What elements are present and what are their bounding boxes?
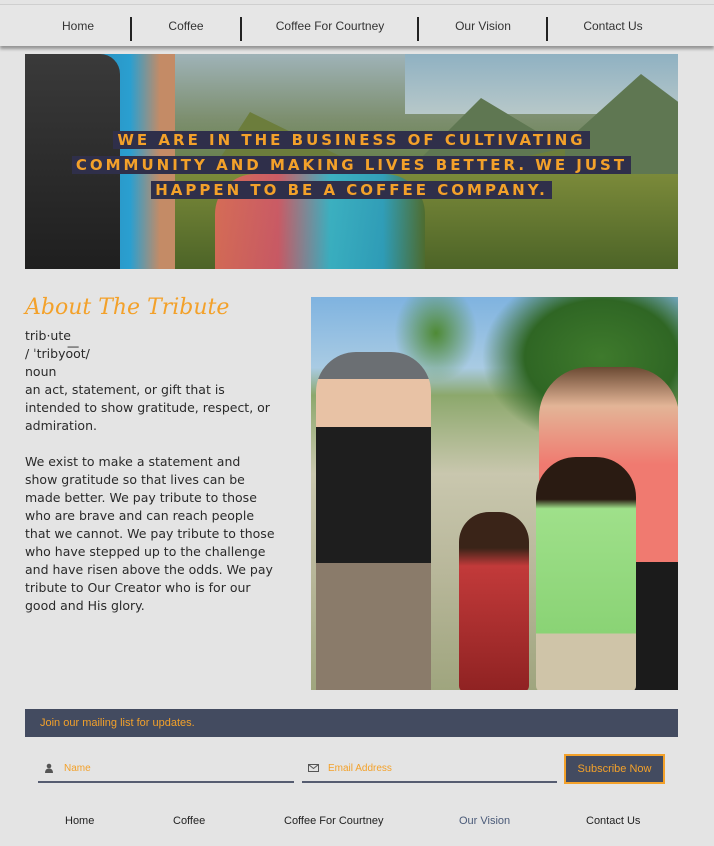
nav-item-coffee[interactable]: Coffee (132, 5, 240, 47)
photo-child (459, 512, 529, 690)
subscribe-button[interactable]: Subscribe Now (564, 754, 665, 784)
nav-item-our-vision[interactable]: Our Vision (419, 5, 547, 47)
about-paragraph: We exist to make a statement and show gr… (25, 454, 275, 613)
footer-link-home[interactable]: Home (65, 815, 94, 827)
definition-part-of-speech: noun (25, 364, 57, 379)
email-field[interactable]: Email Address (302, 755, 557, 783)
photo-child (536, 457, 636, 690)
hero-banner: WE ARE IN THE BUSINESS OF CULTIVATING CO… (25, 54, 678, 269)
nav-item-label: Coffee (168, 19, 204, 33)
nav-item-coffee-for-courtney[interactable]: Coffee For Courtney (242, 5, 418, 47)
definition-word: trib·ute (25, 328, 71, 343)
top-navigation: Home Coffee Coffee For Courtney Our Visi… (0, 4, 714, 46)
hero-headline-line: HAPPEN TO BE A COFFEE COMPANY. (151, 181, 552, 199)
hero-headline-line: COMMUNITY AND MAKING LIVES BETTER. WE JU… (71, 156, 632, 174)
photo-person (316, 352, 431, 690)
about-text: trib·ute / ˈtribyo͞ot/ noun an act, stat… (25, 327, 275, 615)
definition-pronunciation: / ˈtribyo͞ot/ (25, 346, 90, 361)
envelope-icon (302, 764, 324, 772)
footer-link-contact-us[interactable]: Contact Us (586, 815, 640, 827)
person-icon (38, 763, 60, 773)
hero-headline-line: WE ARE IN THE BUSINESS OF CULTIVATING (113, 131, 590, 149)
hero-headline: WE ARE IN THE BUSINESS OF CULTIVATING CO… (25, 128, 678, 203)
name-placeholder: Name (64, 762, 91, 774)
about-title: About The Tribute (25, 295, 230, 320)
mailing-list-banner: Join our mailing list for updates. (25, 709, 678, 737)
subscribe-button-label: Subscribe Now (577, 763, 652, 775)
nav-item-label: Our Vision (455, 19, 511, 33)
footer-link-coffee[interactable]: Coffee (173, 815, 205, 827)
footer-link-our-vision[interactable]: Our Vision (459, 815, 510, 827)
nav-item-label: Home (61, 19, 94, 33)
group-photo (311, 297, 678, 690)
nav-item-label: Coffee For Courtney (275, 19, 385, 33)
name-field[interactable]: Name (38, 755, 294, 783)
definition-text: an act, statement, or gift that is inten… (25, 382, 270, 433)
footer-navigation: Home Coffee Coffee For Courtney Our Visi… (0, 815, 714, 835)
nav-item-label: Contact Us (583, 19, 643, 33)
nav-item-contact-us[interactable]: Contact Us (548, 5, 678, 47)
mailing-list-text: Join our mailing list for updates. (40, 717, 195, 729)
email-placeholder: Email Address (328, 762, 392, 774)
nav-item-home[interactable]: Home (28, 5, 128, 47)
footer-link-coffee-for-courtney[interactable]: Coffee For Courtney (284, 815, 383, 827)
